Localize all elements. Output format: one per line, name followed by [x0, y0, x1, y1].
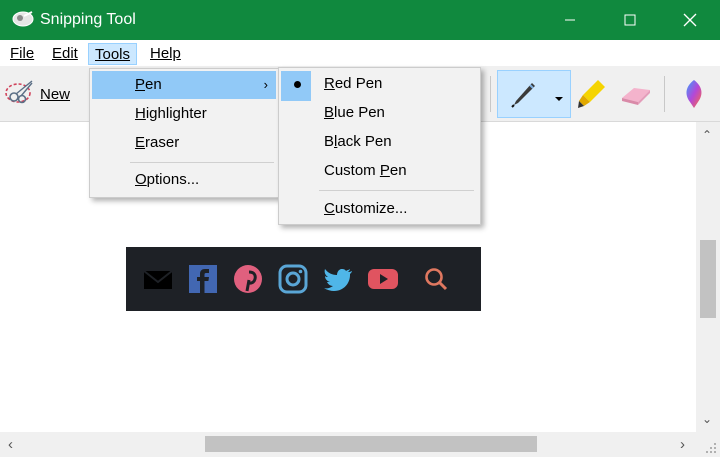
tools-menu-item-highlighter[interactable]: Highlighter [92, 100, 276, 128]
label-rest: ack Pen [337, 133, 392, 150]
new-snip-button[interactable]: New [4, 74, 80, 114]
pen-tool-button[interactable] [497, 70, 571, 118]
mnemonic: P [379, 162, 390, 179]
mnemonic: R [324, 75, 335, 92]
window-title: Snipping Tool [40, 11, 136, 28]
scroll-down-icon[interactable]: ⌄ [702, 412, 712, 426]
mnemonic: P [135, 76, 146, 93]
vertical-scrollbar[interactable]: ⌃ ⌄ [696, 122, 720, 432]
vertical-scroll-thumb[interactable] [700, 240, 716, 318]
paint3d-button[interactable] [676, 76, 712, 112]
mnemonic: H [135, 105, 146, 122]
pen-submenu: Red Pen Blue Pen Black Pen Custom Pen Cu… [278, 67, 481, 225]
label-pre: B [324, 133, 335, 150]
snipping-tool-app-icon [12, 10, 34, 28]
submenu-arrow-icon: › [263, 77, 268, 92]
label-rest: en [389, 162, 407, 179]
pen-submenu-item-black-pen[interactable]: Black Pen [281, 128, 478, 156]
menu-tools-label: Tools [95, 46, 131, 63]
mnemonic: B [324, 104, 335, 121]
menu-tools[interactable]: Tools [88, 43, 138, 65]
label-rest: en [145, 76, 162, 93]
pen-submenu-item-blue-pen[interactable]: Blue Pen [281, 99, 478, 127]
close-button[interactable] [660, 0, 720, 40]
pen-submenu-item-custom-pen[interactable]: Custom Pen [281, 157, 478, 185]
horizontal-scrollbar[interactable]: ‹ › [0, 432, 696, 457]
mnemonic: O [135, 171, 147, 188]
toolbar-divider [490, 76, 491, 112]
horizontal-scroll-thumb[interactable] [205, 436, 537, 452]
label-pre: Custom [324, 162, 380, 179]
menu-edit[interactable]: Edit [46, 43, 84, 65]
mail-icon [140, 261, 176, 297]
menu-file-label: File [10, 45, 35, 62]
eraser-tool-button[interactable] [618, 76, 654, 112]
label-rest: ustomize... [334, 200, 408, 217]
menu-help[interactable]: Help [144, 43, 187, 65]
new-snip-label: New [40, 85, 71, 103]
pen-submenu-item-customize[interactable]: Customize... [281, 195, 478, 223]
pen-submenu-item-red-pen[interactable]: Red Pen [281, 70, 478, 98]
tools-menu-item-pen[interactable]: Pen › [92, 71, 276, 99]
minimize-button[interactable] [540, 0, 600, 40]
highlighter-tool-button[interactable] [574, 76, 610, 112]
label-rest: ighlighter [145, 105, 207, 122]
menu-separator [319, 190, 474, 191]
pen-icon [508, 79, 538, 113]
mnemonic: C [324, 200, 335, 217]
scroll-up-icon[interactable]: ⌃ [702, 128, 712, 142]
menu-bar: File Edit Tools Help [0, 40, 720, 66]
instagram-icon [275, 261, 311, 297]
search-icon [418, 261, 454, 297]
tools-menu: Pen › Highlighter Eraser Options... [89, 68, 279, 198]
toolbar-divider [664, 76, 665, 112]
tools-menu-item-eraser[interactable]: Eraser [92, 129, 276, 157]
pen-dropdown-arrow[interactable] [554, 90, 564, 107]
maximize-button[interactable] [600, 0, 660, 40]
resize-grip[interactable] [696, 432, 720, 457]
captured-image-social-strip [126, 247, 481, 311]
title-bar: Snipping Tool [0, 0, 720, 40]
mnemonic: E [135, 134, 146, 151]
label-rest: ed Pen [334, 75, 383, 92]
menu-help-label: Help [150, 45, 181, 62]
pinterest-icon [230, 261, 266, 297]
twitter-icon [320, 261, 356, 297]
scroll-left-icon[interactable]: ‹ [8, 436, 13, 453]
facebook-icon [185, 261, 221, 297]
youtube-icon [365, 261, 401, 297]
menu-separator [130, 162, 274, 163]
label-rest: lue Pen [334, 104, 385, 121]
label-rest: ptions... [146, 171, 200, 188]
label-rest: raser [145, 134, 180, 151]
new-snip-icon [4, 77, 36, 111]
menu-file[interactable]: File [4, 43, 40, 65]
tools-menu-item-options[interactable]: Options... [92, 166, 276, 194]
selected-radio-icon [294, 81, 301, 88]
menu-edit-label: Edit [52, 45, 78, 62]
scroll-right-icon[interactable]: › [680, 436, 685, 453]
